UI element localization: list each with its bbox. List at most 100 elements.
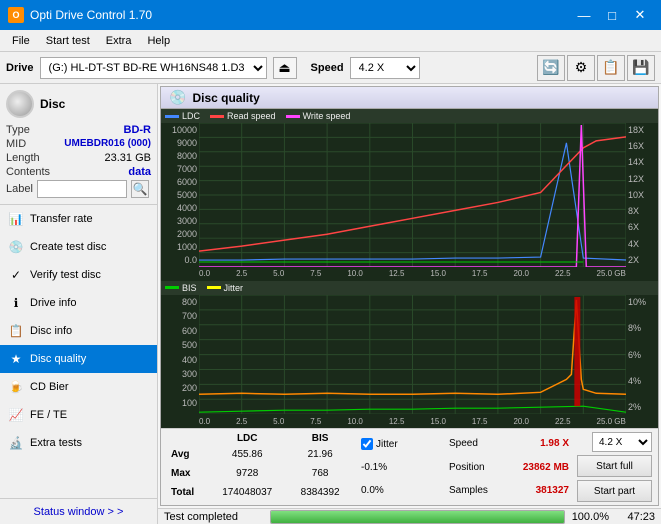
disc-length-value: 23.31 GB [105,152,151,164]
app-icon: O [8,7,24,23]
chart2-y-right: 10% 8% 6% 4% 2% [626,295,658,414]
bottom-bar: Test completed 100.0% 47:23 [158,508,661,524]
col-ldc: LDC [207,432,287,445]
start-full-button[interactable]: Start full [577,455,652,477]
sidebar-item-label: Disc quality [30,353,86,365]
sidebar-item-create-test-disc[interactable]: 💿 Create test disc [0,233,157,261]
legend-bis-label: BIS [182,283,197,293]
sidebar-item-drive-info[interactable]: ℹ Drive info [0,289,157,317]
progress-pct: 100.0% [571,511,609,523]
progress-bar-fill [271,511,564,523]
sidebar-item-label: Extra tests [30,437,82,449]
sidebar-item-transfer-rate[interactable]: 📊 Transfer rate [0,205,157,233]
disc-label-btn[interactable]: 🔍 [131,180,149,198]
disc-type-label: Type [6,124,30,136]
copy-button[interactable]: 📋 [597,55,625,81]
legend-read-speed: Read speed [210,111,276,121]
speed-label: Speed [449,438,478,449]
window-title: Opti Drive Control 1.70 [30,8,152,22]
menu-extra[interactable]: Extra [98,30,140,51]
legend-ldc: LDC [165,111,200,121]
disc-panel: Disc Type BD-R MID UMEBDR016 (000) Lengt… [0,84,157,205]
status-window-button[interactable]: Status window > > [0,498,157,524]
avg-bis: 21.96 [287,445,353,464]
jitter-checkbox[interactable] [361,438,373,450]
legend-write-speed: Write speed [286,111,351,121]
drive-label: Drive [6,62,34,74]
maximize-button[interactable]: □ [599,4,625,26]
disc-info-icon: 📋 [8,323,24,339]
max-bis: 768 [287,464,353,483]
disc-label-label: Label [6,183,33,195]
total-label: Total [167,483,207,502]
disc-type-value: BD-R [124,124,152,136]
col-bis: BIS [287,432,353,445]
dq-header: 💿 Disc quality [161,87,658,109]
menu-help[interactable]: Help [139,30,178,51]
sidebar-item-verify-test-disc[interactable]: ✓ Verify test disc [0,261,157,289]
save-button[interactable]: 💾 [627,55,655,81]
settings-button[interactable]: ⚙ [567,55,595,81]
start-part-button[interactable]: Start part [577,480,652,502]
position-value: 23862 MB [523,462,569,473]
drive-info-icon: ℹ [8,295,24,311]
sidebar-item-fe-te[interactable]: 📈 FE / TE [0,401,157,429]
disc-label-input[interactable] [37,180,127,198]
minimize-button[interactable]: — [571,4,597,26]
verify-test-disc-icon: ✓ [8,267,24,283]
max-label: Max [167,464,207,483]
speed-select-drive[interactable]: 4.2 X [350,57,420,79]
time-text: 47:23 [615,511,655,523]
disc-mid-value: UMEBDR016 (000) [64,138,151,150]
legend-read-label: Read speed [227,111,276,121]
content-area: 💿 Disc quality LDC Read speed [158,84,661,524]
refresh-button[interactable]: 🔄 [537,55,565,81]
disc-mid-label: MID [6,138,26,150]
dq-title: Disc quality [192,91,259,105]
stats-table: LDC BIS Avg 455.86 21.96 Max 9728 [167,432,353,502]
sidebar-item-cd-bier[interactable]: 🍺 CD Bier [0,373,157,401]
chart2-y-left: 800 700 600 500 400 300 200 100 [161,295,199,414]
chart1-y-right: 18X 16X 14X 12X 10X 8X 6X 4X 2X [626,123,658,267]
sidebar-item-disc-info[interactable]: 📋 Disc info [0,317,157,345]
total-ldc: 174048037 [207,483,287,502]
progress-bar-container [270,510,565,524]
sidebar-item-label: FE / TE [30,409,67,421]
sidebar-item-disc-quality[interactable]: ★ Disc quality [0,345,157,373]
eject-button[interactable]: ⏏ [273,57,297,79]
legend-ldc-label: LDC [182,111,200,121]
speed-value: 1.98 X [540,438,569,449]
menu-start-test[interactable]: Start test [38,30,98,51]
sidebar-item-label: Transfer rate [30,213,93,225]
disc-quality-icon: ★ [8,351,24,367]
stats-section: LDC BIS Avg 455.86 21.96 Max 9728 [161,428,658,505]
sidebar-item-label: Verify test disc [30,269,101,281]
menu-bar: File Start test Extra Help [0,30,661,52]
title-bar: O Opti Drive Control 1.70 — □ ✕ [0,0,661,30]
samples-label: Samples [449,485,488,496]
disc-header-label: Disc [40,97,65,111]
max-jitter: 0.0% [361,485,441,496]
legend-jitter: Jitter [207,283,244,293]
sidebar-item-label: Create test disc [30,241,106,253]
speed-label: Speed [311,62,344,74]
chart2-main [199,295,626,414]
avg-jitter: -0.1% [361,462,441,473]
chart2-x-axis: 0.02.55.07.510.012.515.017.520.022.525.0… [161,414,658,428]
chart1-x-axis: 0.02.55.07.510.012.515.017.520.022.525.0… [161,267,658,281]
disc-contents-value: data [128,166,151,178]
status-window-label: Status window > > [34,506,124,518]
disc-quality-panel: 💿 Disc quality LDC Read speed [160,86,659,506]
chart1-main [199,123,626,267]
avg-ldc: 455.86 [207,445,287,464]
legend-jitter-label: Jitter [224,283,244,293]
menu-file[interactable]: File [4,30,38,51]
drive-bar: Drive (G:) HL-DT-ST BD-RE WH16NS48 1.D3 … [0,52,661,84]
jitter-label: Jitter [376,439,398,450]
close-button[interactable]: ✕ [627,4,653,26]
action-section: 4.2 X Start full Start part [577,432,652,502]
sidebar-item-extra-tests[interactable]: 🔬 Extra tests [0,429,157,457]
sidebar-item-label: CD Bier [30,381,69,393]
speed-select-quality[interactable]: 4.2 X [592,432,652,452]
drive-select[interactable]: (G:) HL-DT-ST BD-RE WH16NS48 1.D3 [40,57,267,79]
